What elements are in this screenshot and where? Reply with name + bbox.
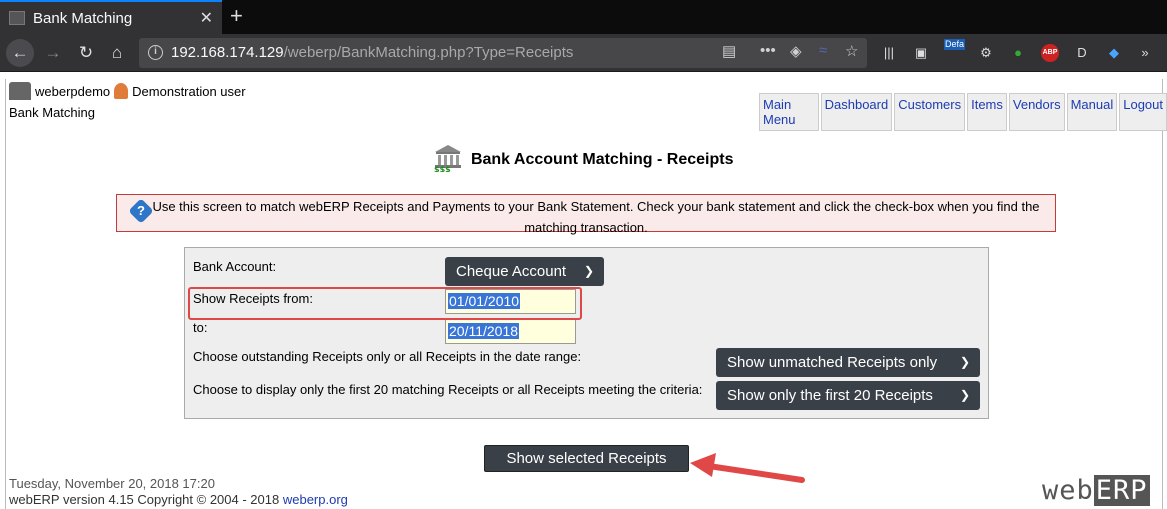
- chevron-down-icon: ❯: [583, 264, 594, 278]
- browser-tab-bar: Bank Matching ✕ +: [0, 0, 1167, 34]
- pocket-icon[interactable]: ◈: [790, 42, 802, 60]
- info-message: ? Use this screen to match webERP Receipt…: [116, 194, 1056, 235]
- help-icon: ?: [128, 198, 155, 224]
- gear-icon[interactable]: ⚙: [977, 44, 995, 62]
- overflow-menu-icon[interactable]: »: [1136, 44, 1154, 62]
- container-extension-icon[interactable]: Defa: [944, 39, 968, 62]
- menu-customers[interactable]: Customers: [894, 93, 966, 131]
- extension-d-icon[interactable]: D: [1073, 44, 1091, 62]
- page-title: $$$ Bank Account Matching - Receipts: [0, 145, 1167, 174]
- menu-manual[interactable]: Manual: [1066, 93, 1118, 131]
- bank-account-label: Bank Account:: [193, 259, 277, 274]
- user-info: weberpdemo Demonstration user: [9, 82, 246, 100]
- new-tab-button[interactable]: +: [230, 4, 243, 28]
- reload-button[interactable]: ↻: [73, 40, 99, 66]
- annotation-highlight-box: [188, 287, 582, 320]
- to-date-input[interactable]: 20/11/2018: [445, 319, 576, 344]
- breadcrumb: Bank Matching: [9, 105, 95, 120]
- menu-items[interactable]: Items: [967, 93, 1007, 131]
- url-bar[interactable]: i 192.168.174.129/weberp/BankMatching.ph…: [139, 38, 867, 68]
- annotation-arrow-icon: [690, 453, 805, 483]
- library-icon[interactable]: |||: [880, 44, 898, 62]
- bank-account-select[interactable]: Cheque Account ❯: [445, 257, 604, 286]
- user-icon: [114, 83, 129, 99]
- extension-diamond-icon[interactable]: ◆: [1105, 44, 1123, 62]
- adblock-icon[interactable]: ABP: [1041, 44, 1059, 62]
- chevron-down-icon: ❯: [959, 355, 970, 369]
- tab-favicon-icon: [9, 11, 25, 25]
- bank-icon: $$$: [434, 145, 462, 172]
- username: weberpdemo: [35, 83, 111, 99]
- main-menu-bar: Main Menu Dashboard Customers Items Vend…: [759, 93, 1167, 131]
- home-icon[interactable]: ⌂: [104, 40, 130, 66]
- url-text[interactable]: 192.168.174.129/weberp/BankMatching.php?…: [171, 44, 573, 61]
- info-text: Use this screen to match webERP Receipts…: [152, 199, 1040, 235]
- info-icon[interactable]: i: [148, 45, 163, 60]
- realname: Demonstration user: [132, 83, 246, 99]
- footer-datetime: Tuesday, November 20, 2018 17:20: [9, 476, 215, 491]
- chevron-down-icon: ❯: [959, 388, 970, 402]
- weberp-link[interactable]: weberp.org: [283, 492, 348, 507]
- sidebar-icon[interactable]: ▣: [912, 44, 930, 62]
- footer-version: webERP version 4.15 Copyright © 2004 - 2…: [9, 492, 348, 507]
- close-tab-icon[interactable]: ✕: [200, 8, 213, 28]
- reader-view-icon[interactable]: ▤: [722, 42, 736, 60]
- user-group-icon: [9, 82, 31, 100]
- menu-vendors[interactable]: Vendors: [1008, 93, 1065, 131]
- first20-select[interactable]: Show only the first 20 Receipts ❯: [716, 381, 980, 410]
- menu-main-menu[interactable]: Main Menu: [759, 93, 819, 131]
- first20-label: Choose to display only the first 20 matc…: [193, 382, 703, 397]
- weberp-logo: webERP: [1042, 475, 1150, 506]
- page-content: weberpdemo Demonstration user Bank Match…: [0, 79, 1167, 509]
- page-actions-icon[interactable]: •••: [760, 42, 776, 59]
- outstanding-select[interactable]: Show unmatched Receipts only ❯: [716, 348, 980, 377]
- menu-dashboard[interactable]: Dashboard: [820, 93, 893, 131]
- forward-button[interactable]: →: [40, 40, 66, 66]
- show-selected-receipts-button[interactable]: Show selected Receipts: [484, 445, 689, 472]
- svg-text:$$$: $$$: [434, 165, 451, 172]
- extension-green-icon[interactable]: ●: [1009, 44, 1027, 62]
- menu-logout[interactable]: Logout: [1119, 93, 1167, 131]
- screenshot-icon[interactable]: ≈: [819, 42, 827, 59]
- outstanding-label: Choose outstanding Receipts only or all …: [193, 349, 582, 364]
- bookmark-star-icon[interactable]: ☆: [845, 42, 858, 60]
- to-date-label: to:: [193, 320, 208, 335]
- default-badge: Defa: [944, 39, 966, 50]
- tab-title: Bank Matching: [33, 9, 133, 27]
- browser-nav-bar: ← → ↻ ⌂ i 192.168.174.129/weberp/BankMat…: [0, 34, 1167, 72]
- browser-tab[interactable]: Bank Matching ✕: [0, 0, 222, 34]
- page-title-text: Bank Account Matching - Receipts: [470, 151, 734, 169]
- back-button[interactable]: ←: [6, 39, 34, 67]
